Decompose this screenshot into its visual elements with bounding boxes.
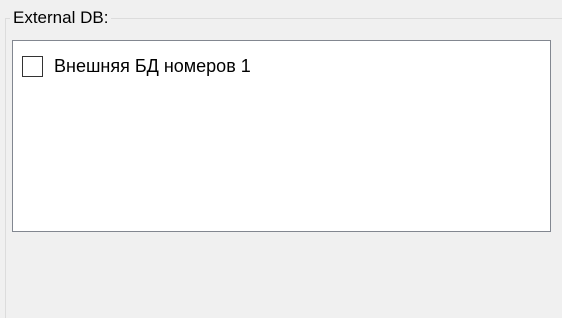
list-item[interactable]: Внешняя БД номеров 1 xyxy=(22,54,251,78)
groupbox-title: External DB: xyxy=(10,6,112,30)
checkbox[interactable] xyxy=(22,55,43,77)
list-item-label: Внешняя БД номеров 1 xyxy=(54,56,251,76)
external-db-listbox[interactable]: Внешняя БД номеров 1 xyxy=(12,40,551,232)
